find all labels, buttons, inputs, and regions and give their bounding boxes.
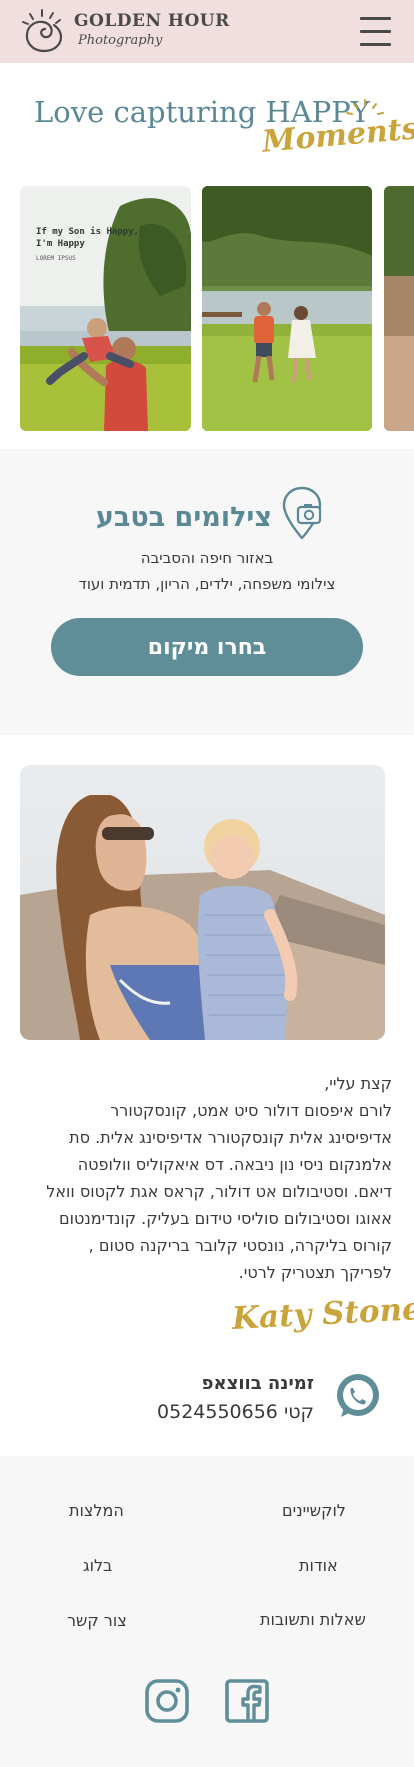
footer-link-about[interactable]: אודות (299, 1556, 338, 1575)
location-camera-pin-icon (282, 486, 322, 540)
section-title: צילומים בטבע (95, 502, 272, 533)
instagram-icon[interactable] (144, 1678, 190, 1724)
brand-title: GOLDEN HOUR (74, 11, 230, 31)
carousel-photo[interactable] (202, 186, 372, 431)
whatsapp-phone[interactable]: קטי 0524550656 (140, 1401, 314, 1423)
about-text: קצת עליי, לורם איפסום דולור סיט אמט, קונ… (25, 1070, 392, 1286)
about-line: דיאם. וסטיבולום אט דולור, קראס אגת לקטוס… (46, 1182, 392, 1201)
mother-child-image (20, 765, 385, 1040)
about-line: קצת עליי, (324, 1074, 392, 1093)
father-son-photo (20, 186, 191, 431)
site-header: GOLDEN HOUR Photography (0, 0, 414, 63)
carousel-photo[interactable]: If my Son is Happy, I'm Happy LOREM IPSU… (20, 186, 191, 431)
choose-location-button[interactable]: בחרו מיקום (51, 618, 363, 676)
carousel-photo-partial (384, 186, 414, 431)
nature-subtitle: באזור חיפה והסביבה (140, 549, 274, 567)
footer-link-recommendations[interactable]: המלצות (69, 1501, 124, 1520)
nature-subtitle: צילומי משפחה, ילדים, הריון, תדמית ועוד (78, 575, 336, 593)
caption-line: If my Son is Happy, (36, 227, 139, 237)
caption-small: LOREM IPSUS (36, 255, 76, 262)
sun-spiral-icon (22, 9, 63, 53)
caption-line: I'm Happy (36, 239, 85, 249)
couple-walking-photo (202, 186, 372, 431)
signature: Katy Stone (231, 1291, 414, 1337)
about-line: לפריקך תצטריק לרטי. (238, 1263, 392, 1282)
nature-section: צילומים בטבע באזור חיפה והסביבה צילומי מ… (0, 449, 414, 735)
facebook-icon[interactable] (224, 1678, 270, 1724)
about-line: קורוס בליקרה, נונסטי קלובר בריקנה סטום , (88, 1236, 392, 1255)
footer-link-blog[interactable]: בלוג (83, 1556, 112, 1575)
about-line: אלמנקום ניסי נון ניבאה. דס איאקוליס וולו… (77, 1155, 392, 1174)
whatsapp-title: זמינה בווצאפ (201, 1373, 314, 1394)
hamburger-menu-icon[interactable] (358, 15, 394, 49)
site-footer: לוקשיינים המלצות אודות בלוג שאלות ותשובו… (0, 1456, 414, 1767)
mother-child-photo (20, 765, 385, 1040)
menu-bar (360, 43, 391, 46)
whatsapp-icon[interactable] (333, 1371, 383, 1421)
photo-caption: If my Son is Happy, I'm Happy LOREM IPSU… (36, 226, 139, 265)
about-line: לורם איפסום דולור סיט אמט, קונסקטורר (110, 1101, 392, 1120)
brand-logo[interactable]: GOLDEN HOUR Photography (20, 7, 229, 57)
about-line: אאוגו וסטיבולום סוליסי טידום בעליק. קונד… (59, 1209, 392, 1228)
menu-bar (360, 17, 391, 20)
carousel-photo[interactable] (384, 186, 414, 431)
photo-carousel[interactable]: If my Son is Happy, I'm Happy LOREM IPSU… (0, 186, 414, 431)
footer-link-faq[interactable]: שאלות ותשובות (260, 1610, 366, 1629)
about-line: אדיפיסינג אלית קונסקטורר אדיפיסינג אלית.… (69, 1128, 392, 1147)
menu-bar (360, 30, 391, 33)
footer-link-contact[interactable]: צור קשר (67, 1611, 127, 1630)
footer-link-locations[interactable]: לוקשיינים (282, 1501, 346, 1520)
brand-subtitle: Photography (78, 33, 163, 48)
